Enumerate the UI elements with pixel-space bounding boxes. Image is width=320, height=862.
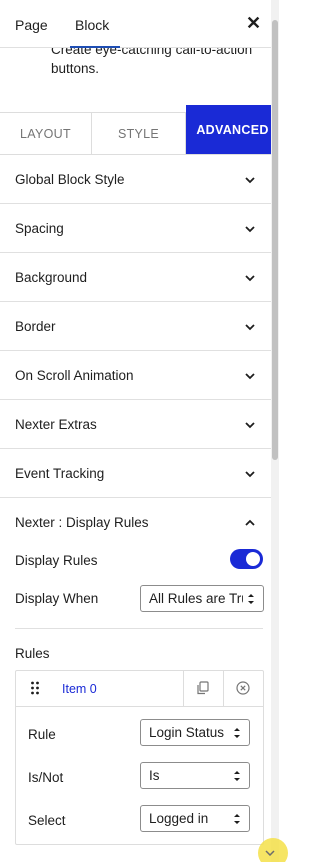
- rules-label: Rules: [15, 646, 50, 661]
- copy-icon: [197, 681, 209, 695]
- remove-button[interactable]: [223, 671, 261, 706]
- panel-title: Nexter Extras: [15, 417, 97, 432]
- panel-title: Background: [15, 270, 88, 285]
- panel-title: Nexter : Display Rules: [15, 515, 149, 530]
- floating-help-button[interactable]: [258, 838, 288, 862]
- panel-global-block-style[interactable]: Global Block Style: [0, 155, 271, 204]
- chevron-up-icon: [245, 519, 255, 526]
- panel-background[interactable]: Background: [0, 253, 271, 302]
- select-value: Is: [149, 768, 160, 783]
- login-state-select[interactable]: Logged in: [140, 805, 250, 832]
- section-divider: [15, 628, 263, 629]
- duplicate-button[interactable]: [183, 671, 221, 706]
- tab-page[interactable]: Page: [15, 17, 48, 33]
- chevron-down-icon: [245, 275, 255, 282]
- inspector-tabs: LAYOUT STYLE ADVANCED: [0, 105, 279, 155]
- select-value: Login Status: [149, 725, 225, 740]
- scrollbar-thumb[interactable]: [272, 20, 278, 460]
- isnot-label: Is/Not: [28, 770, 64, 785]
- panel-title: Global Block Style: [15, 172, 125, 187]
- chevron-down-icon: [245, 471, 255, 478]
- repeater-item-title[interactable]: Item 0: [62, 682, 97, 696]
- chevron-down-icon: [265, 850, 275, 856]
- block-description: Create eye-catching call-to-action butto…: [51, 48, 253, 76]
- chevron-down-icon: [245, 422, 255, 429]
- rule-label: Rule: [28, 727, 56, 742]
- select-arrows-icon: [234, 771, 240, 781]
- panel-spacing[interactable]: Spacing: [0, 204, 271, 253]
- select-value: All Rules are True: [149, 591, 243, 606]
- remove-circle-icon: [236, 681, 250, 695]
- select-arrows-icon: [234, 814, 240, 824]
- tab-block[interactable]: Block: [75, 17, 109, 33]
- display-when-select[interactable]: All Rules are True: [140, 585, 264, 612]
- panel-title: Spacing: [15, 221, 64, 236]
- tab-layout[interactable]: LAYOUT: [0, 113, 92, 154]
- tab-advanced[interactable]: ADVANCED: [186, 105, 279, 154]
- panel-on-scroll-animation[interactable]: On Scroll Animation: [0, 351, 271, 400]
- block-description-area: Create eye-catching call-to-action butto…: [0, 48, 279, 112]
- panel-title: On Scroll Animation: [15, 368, 134, 383]
- panel-title: Border: [15, 319, 56, 334]
- panel-nexter-extras[interactable]: Nexter Extras: [0, 400, 271, 449]
- display-when-label: Display When: [15, 591, 99, 606]
- chevron-down-icon: [245, 226, 255, 233]
- repeater-item-header[interactable]: Item 0: [16, 671, 263, 707]
- panel-title: Event Tracking: [15, 466, 105, 481]
- isnot-select[interactable]: Is: [140, 762, 250, 789]
- toggle-knob: [246, 552, 260, 566]
- chevron-down-icon: [245, 177, 255, 184]
- display-rules-label: Display Rules: [15, 553, 98, 568]
- rule-repeater-item: Item 0 Rule Login Status Is/Not Is Selec…: [15, 670, 264, 845]
- close-icon[interactable]: ✕: [246, 13, 261, 33]
- panel-event-tracking[interactable]: Event Tracking: [0, 449, 271, 498]
- panel-border[interactable]: Border: [0, 302, 271, 351]
- tab-style[interactable]: STYLE: [92, 113, 186, 154]
- rule-select[interactable]: Login Status: [140, 719, 250, 746]
- panel-display-rules[interactable]: Nexter : Display Rules: [0, 498, 271, 547]
- select-value: Logged in: [149, 811, 209, 826]
- drag-handle-icon[interactable]: [30, 680, 40, 696]
- display-rules-toggle[interactable]: [230, 549, 263, 569]
- select-arrows-icon: [234, 728, 240, 738]
- chevron-down-icon: [245, 324, 255, 331]
- sidebar-header: Page Block ✕: [0, 0, 279, 48]
- select-label: Select: [28, 813, 66, 828]
- chevron-down-icon: [245, 373, 255, 380]
- select-arrows-icon: [248, 594, 254, 604]
